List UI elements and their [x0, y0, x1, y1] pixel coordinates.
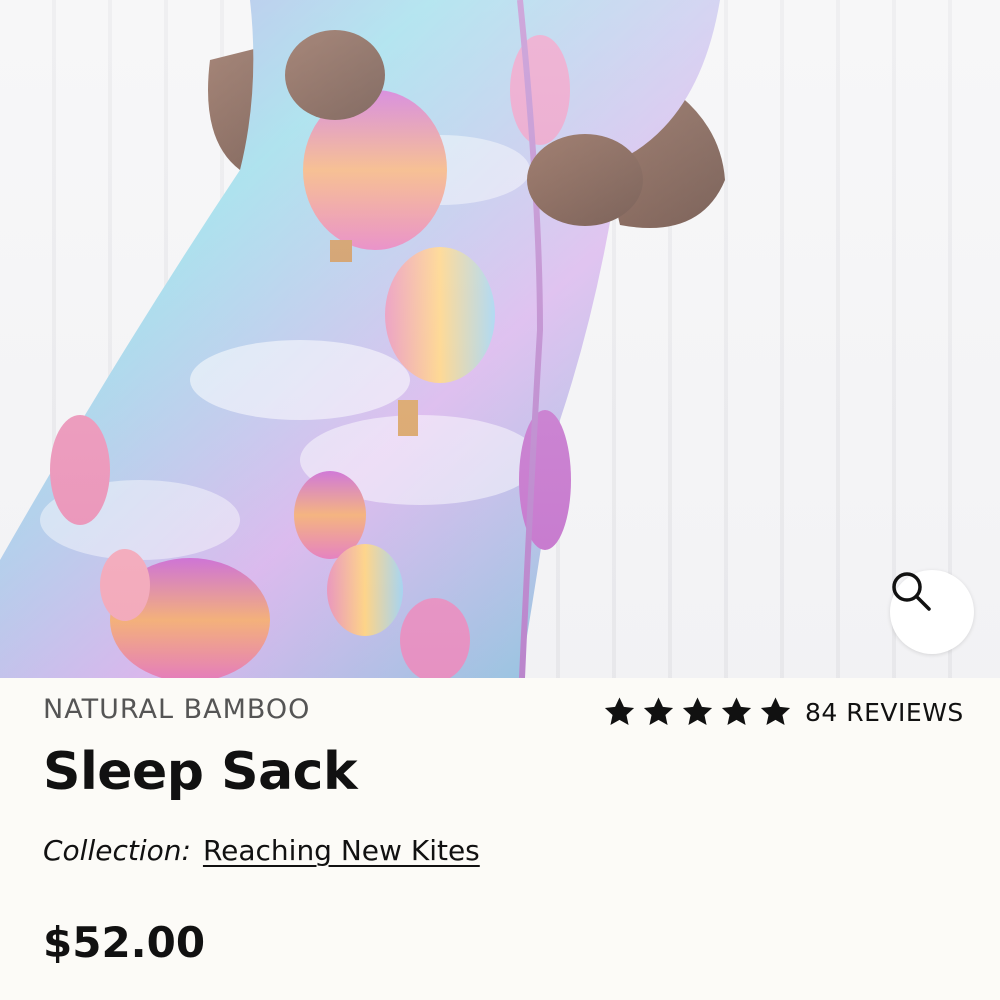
- collection-link[interactable]: Reaching New Kites: [203, 834, 480, 867]
- product-image[interactable]: [0, 0, 1000, 678]
- rating-stars: [602, 695, 793, 729]
- zoom-button[interactable]: [890, 570, 974, 654]
- product-material: NATURAL BAMBOO: [43, 694, 311, 725]
- star-icon: [721, 697, 752, 726]
- product-rating[interactable]: 84 REVIEWS: [602, 694, 964, 730]
- reviews-count-link[interactable]: 84 REVIEWS: [805, 698, 964, 727]
- product-collection: Collection: Reaching New Kites: [43, 834, 480, 867]
- star-icon: [643, 697, 674, 726]
- product-title: Sleep Sack: [43, 742, 358, 802]
- product-photo-illustration: [0, 0, 725, 678]
- star-icon: [760, 697, 791, 726]
- collection-label: Collection:: [43, 834, 191, 867]
- star-icon: [604, 697, 635, 726]
- magnifier-icon: [892, 572, 931, 611]
- product-price: $52.00: [43, 918, 206, 967]
- star-icon: [682, 697, 713, 726]
